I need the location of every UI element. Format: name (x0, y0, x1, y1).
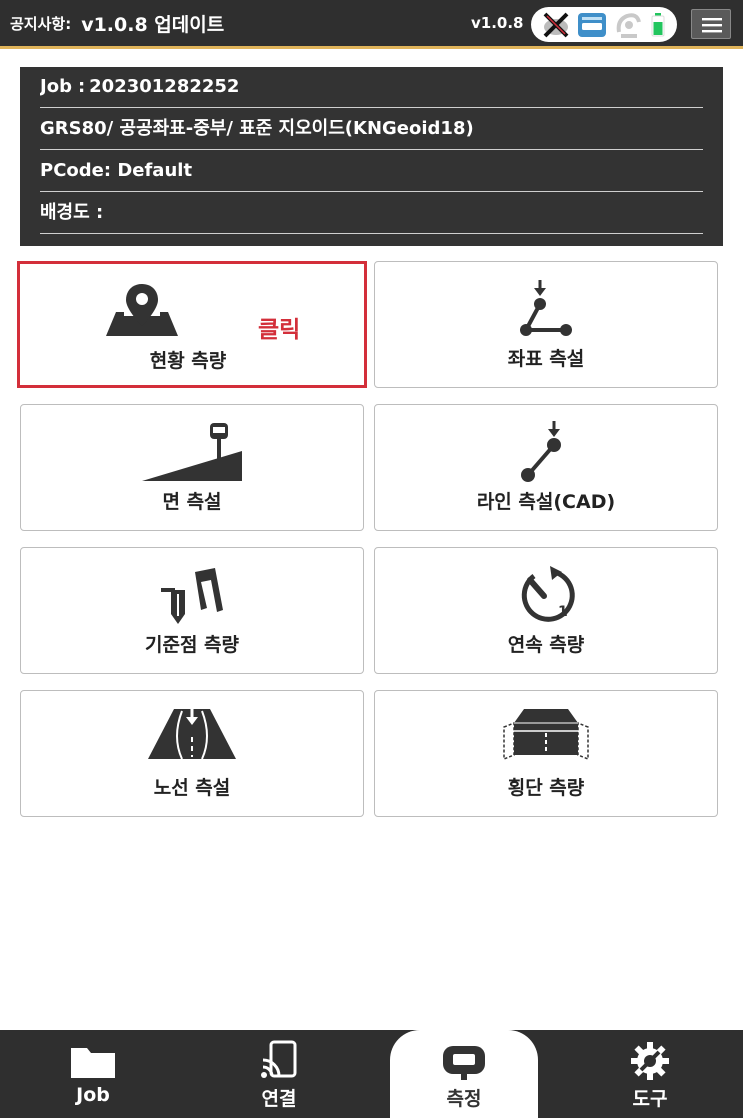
nav-job[interactable]: Job (0, 1030, 186, 1118)
menu-surface-stakeout[interactable]: 면 측설 (20, 404, 364, 531)
surface-stakeout-icon (142, 423, 242, 481)
nav-label: Job (76, 1084, 110, 1106)
app-version: v1.0.8 (471, 14, 524, 32)
battery-icon (651, 13, 665, 37)
gnss-disconnected-icon (543, 12, 569, 38)
bottom-navigation: Job 연결 측정 도구 (0, 1030, 743, 1118)
continuous-timer-icon: 1 (521, 566, 575, 622)
map-pin-icon (106, 284, 178, 336)
gnss-receiver-icon (443, 1046, 485, 1080)
top-bar: 공지사항: v1.0.8 업데이트 v1.0.8 (0, 0, 743, 49)
stakeout-point-icon (520, 280, 572, 336)
nav-connect[interactable]: 연결 (186, 1030, 372, 1118)
cross-section-icon (503, 709, 589, 761)
survey-menu-grid: 클릭 현황 측량 좌표 측설 면 측설 라인 측설(CAD) 기준점 측량 1 … (17, 261, 719, 817)
notice-label: 공지사항: (10, 14, 72, 33)
hamburger-menu-button[interactable] (691, 9, 731, 39)
nav-label: 연결 (261, 1088, 297, 1110)
satellite-icon (616, 13, 641, 38)
device-connect-icon (261, 1040, 297, 1078)
hamburger-menu-icon (702, 18, 722, 33)
background-map-row[interactable]: 배경도 : (40, 192, 703, 234)
job-info-panel: Job:202301282252 GRS80/ 공공좌표-중부/ 표준 지오이드… (20, 67, 723, 246)
tile-label: 좌표 측설 (507, 348, 585, 370)
svg-text:1: 1 (558, 604, 568, 620)
tile-label: 라인 측설(CAD) (476, 491, 616, 513)
notice-text[interactable]: v1.0.8 업데이트 (81, 10, 224, 37)
menu-line-stakeout-cad[interactable]: 라인 측설(CAD) (374, 404, 718, 531)
folder-icon (71, 1048, 115, 1078)
tile-label: 면 측설 (162, 491, 222, 513)
menu-continuous-survey[interactable]: 1 연속 측량 (374, 547, 718, 674)
tile-label: 횡단 측량 (507, 777, 585, 799)
line-stakeout-icon (521, 421, 561, 482)
job-label: Job (40, 76, 72, 97)
tile-label: 현황 측량 (149, 350, 227, 372)
control-point-icon (161, 568, 223, 624)
menu-status-survey[interactable]: 클릭 현황 측량 (17, 261, 367, 388)
nav-label: 도구 (632, 1088, 668, 1110)
job-row[interactable]: Job:202301282252 (40, 67, 703, 108)
pcode-row[interactable]: PCode: Default (40, 150, 703, 192)
tile-label: 기준점 측량 (144, 634, 239, 656)
radio-icon (578, 13, 606, 37)
job-value: 202301282252 (89, 76, 240, 97)
gear-wrench-icon (631, 1042, 669, 1080)
menu-control-point-survey[interactable]: 기준점 측량 (20, 547, 364, 674)
tile-label: 연속 측량 (507, 634, 585, 656)
road-stakeout-icon (148, 709, 236, 760)
tile-label: 노선 측설 (153, 777, 231, 799)
nav-measure[interactable]: 측정 (390, 1030, 538, 1118)
menu-route-stakeout[interactable]: 노선 측설 (20, 690, 364, 817)
status-indicators[interactable] (531, 7, 677, 42)
click-annotation: 클릭 (258, 317, 301, 343)
menu-coordinate-stakeout[interactable]: 좌표 측설 (374, 261, 718, 388)
menu-cross-section-survey[interactable]: 횡단 측량 (374, 690, 718, 817)
nav-label: 측정 (446, 1088, 482, 1110)
nav-tools[interactable]: 도구 (557, 1030, 743, 1118)
coord-system-row[interactable]: GRS80/ 공공좌표-중부/ 표준 지오이드(KNGeoid18) (40, 108, 703, 150)
